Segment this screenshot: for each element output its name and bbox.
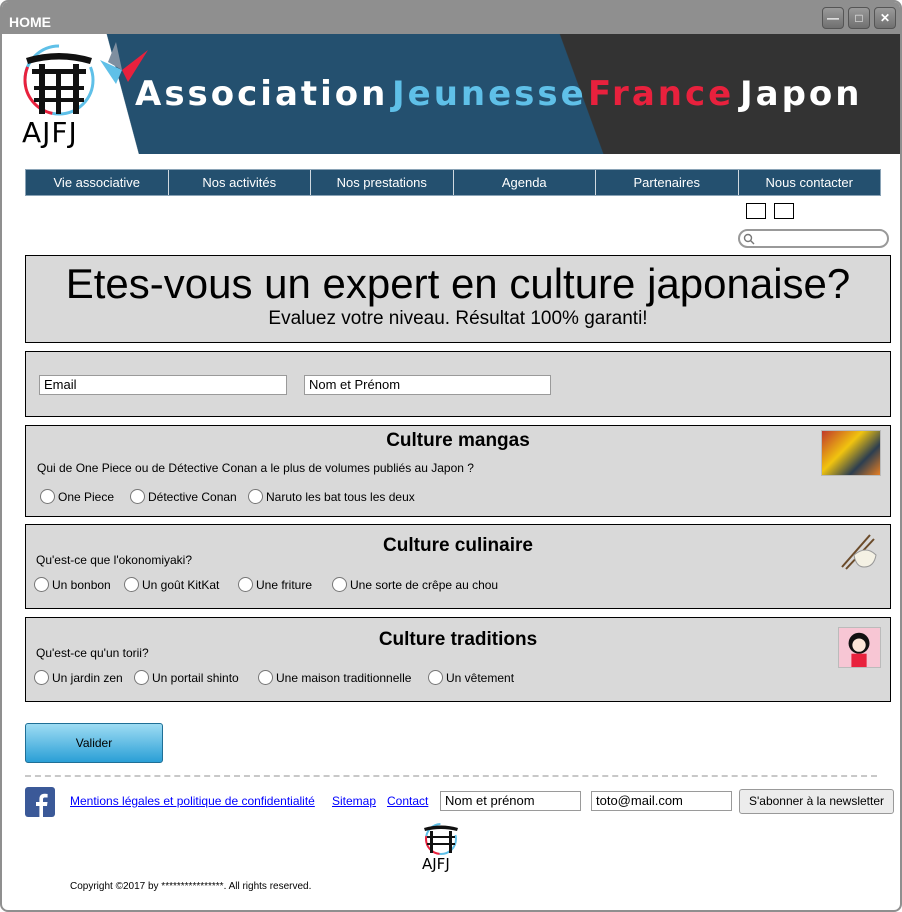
radio-button[interactable]	[134, 670, 149, 685]
footer-logo-text: AJFJ	[422, 855, 450, 873]
question-text: Qu'est-ce que l'okonomiyaki?	[36, 553, 192, 567]
logo-text: AJFJ	[22, 116, 78, 149]
hero-title: Etes-vous un expert en culture japonaise…	[65, 260, 851, 307]
brand-word-france: France	[588, 74, 735, 114]
name-field[interactable]: Nom et Prénom	[304, 375, 551, 395]
nav-agenda[interactable]: Agenda	[454, 170, 596, 195]
nav-nos-activites[interactable]: Nos activités	[169, 170, 311, 195]
header-banner: AJFJ Association Jeunesse France Japon	[2, 34, 900, 154]
radio-button[interactable]	[34, 670, 49, 685]
submit-button[interactable]: Valider	[25, 723, 163, 763]
quiz-section-culinaire: Culture culinaire Qu'est-ce que l'okonom…	[25, 524, 891, 609]
option-label: Un goût KitKat	[142, 577, 220, 592]
radio-option[interactable]: Un portail shinto	[134, 670, 239, 685]
radio-option[interactable]: Un vêtement	[428, 670, 514, 685]
option-label: Une maison traditionnelle	[276, 670, 412, 685]
radio-option[interactable]: Un bonbon	[34, 577, 111, 592]
copyright-text: Copyright ©2017 by ****************. All…	[70, 881, 312, 892]
quiz-section-mangas: Culture mangas Qui de One Piece ou de Dé…	[25, 425, 891, 517]
minimize-icon[interactable]: —	[822, 7, 844, 29]
newsletter-email-field[interactable]: toto@mail.com	[591, 791, 732, 811]
facebook-icon[interactable]	[25, 787, 55, 817]
search-input[interactable]	[738, 229, 889, 248]
newsletter-name-field[interactable]: Nom et prénom	[440, 791, 581, 811]
radio-option[interactable]: Une sorte de crêpe au chou	[332, 577, 498, 592]
hero-subtitle: Evaluez votre niveau. Résultat 100% gara…	[268, 308, 648, 329]
option-label: Un vêtement	[446, 670, 515, 685]
brand-word-association: Association	[135, 74, 389, 114]
section-title: Culture mangas	[386, 430, 530, 451]
manga-image-icon	[821, 430, 881, 476]
subscribe-button[interactable]: S'abonner à la newsletter	[739, 789, 894, 814]
nav-nos-prestations[interactable]: Nos prestations	[311, 170, 454, 195]
option-label: Un portail shinto	[152, 670, 239, 685]
rice-bowl-icon	[841, 534, 877, 570]
option-label: One Piece	[58, 489, 115, 504]
radio-option[interactable]: One Piece	[40, 489, 114, 504]
nav-nous-contacter[interactable]: Nous contacter	[739, 170, 881, 195]
radio-button[interactable]	[34, 577, 49, 592]
quiz-section-traditions: Culture traditions Qu'est-ce qu'un torii…	[25, 617, 891, 702]
brand-word-japon: Japon	[740, 74, 863, 114]
title-bar: HOME — □ ✕	[2, 2, 900, 34]
radio-option[interactable]: Une maison traditionnelle	[258, 670, 411, 685]
radio-option[interactable]: Naruto les bat tous les deux	[248, 489, 415, 504]
radio-option[interactable]: Détective Conan	[130, 489, 237, 504]
option-label: Naruto les bat tous les deux	[266, 489, 415, 504]
radio-button[interactable]	[130, 489, 145, 504]
section-title: Culture traditions	[378, 629, 538, 650]
nav-partenaires[interactable]: Partenaires	[596, 170, 739, 195]
kokeshi-doll-icon	[838, 627, 881, 668]
email-field[interactable]: Email	[39, 375, 287, 395]
radio-button[interactable]	[428, 670, 443, 685]
legal-link[interactable]: Mentions légales et politique de confide…	[70, 794, 315, 808]
radio-option[interactable]: Un goût KitKat	[124, 577, 219, 592]
radio-button[interactable]	[238, 577, 253, 592]
hero-panel: Etes-vous un expert en culture japonaise…	[25, 255, 891, 343]
footer-divider	[25, 775, 877, 777]
language-flag-icon[interactable]	[774, 203, 794, 219]
radio-button[interactable]	[332, 577, 347, 592]
sitemap-link[interactable]: Sitemap	[332, 794, 376, 808]
radio-option[interactable]: Un jardin zen	[34, 670, 123, 685]
footer-torii-logo-icon	[424, 823, 458, 855]
close-icon[interactable]: ✕	[874, 7, 896, 29]
option-label: Un bonbon	[52, 577, 111, 592]
main-nav: Vie associative Nos activités Nos presta…	[25, 169, 881, 196]
option-label: Une sorte de crêpe au chou	[350, 577, 499, 592]
option-label: Une friture	[256, 577, 313, 592]
option-label: Un jardin zen	[52, 670, 123, 685]
identity-panel: Email Nom et Prénom	[25, 351, 891, 417]
option-label: Détective Conan	[148, 489, 237, 504]
browser-window: HOME — □ ✕ AJFJ Association Jeunesse Fra…	[0, 0, 902, 912]
contact-link[interactable]: Contact	[387, 794, 428, 808]
question-text: Qu'est-ce qu'un torii?	[36, 646, 149, 660]
radio-button[interactable]	[258, 670, 273, 685]
brand-word-jeunesse: Jeunesse	[392, 74, 587, 114]
maximize-icon[interactable]: □	[848, 7, 870, 29]
window-title: HOME	[9, 14, 51, 30]
nav-vie-associative[interactable]: Vie associative	[26, 170, 169, 195]
radio-button[interactable]	[40, 489, 55, 504]
language-flag-icon[interactable]	[746, 203, 766, 219]
radio-button[interactable]	[248, 489, 263, 504]
radio-option[interactable]: Une friture	[238, 577, 312, 592]
facebook-glyph-icon	[36, 793, 48, 817]
radio-button[interactable]	[124, 577, 139, 592]
search-icon	[743, 233, 755, 245]
question-text: Qui de One Piece ou de Détective Conan a…	[37, 461, 474, 475]
